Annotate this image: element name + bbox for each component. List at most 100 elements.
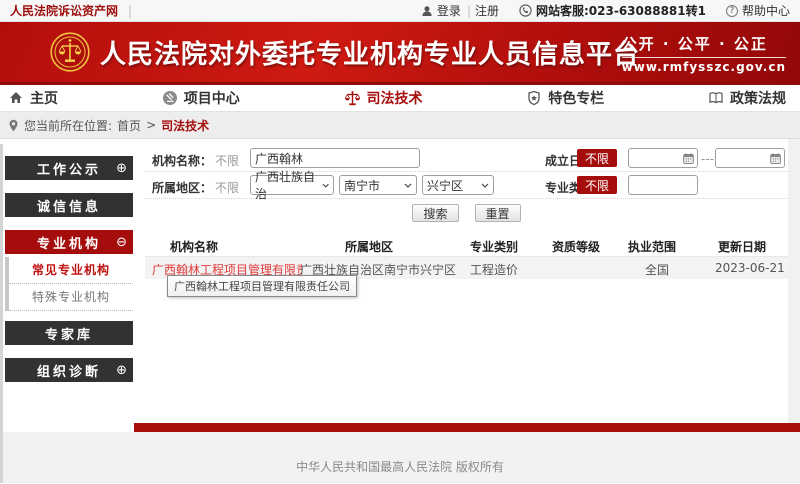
gavel-icon [162,90,178,106]
footer: 中华人民共和国最高人民法院 版权所有 [0,432,800,483]
nav-label: 项目中心 [184,88,240,108]
org-name-any-option: 不限 [215,152,239,169]
chevron-down-icon [322,183,329,188]
slogan: 公开 · 公平 · 公正 [622,33,786,54]
org-name-label: 机构名称： [152,152,212,169]
topbar-divider: | [128,4,132,18]
header-right: 公开 · 公平 · 公正 www.rmfysszc.gov.cn [622,33,786,74]
sidebar-item-org-diagnosis[interactable]: 组织诊断 ⊕ [5,358,133,382]
sidebar: 工作公示 ⊕ 诚信信息 专业机构 ⊖ 常见专业机构 特殊专业机构 专家库 组织诊… [5,156,133,395]
register-link[interactable]: 注册 [475,2,499,19]
home-icon [8,90,24,106]
col-header-update-date: 更新日期 [718,238,766,255]
nav-label: 政策法规 [730,88,786,108]
sidebar-subitem-special-orgs[interactable]: 特殊专业机构 [9,284,133,311]
login-link[interactable]: 登录 [437,2,461,19]
category-any-button[interactable]: 不限 [577,176,617,194]
page-title: 人民法院对外委托专业机构专业人员信息平台 [100,34,640,71]
org-name-input[interactable] [250,148,420,168]
help-group: ? 帮助中心 [726,2,790,19]
search-button[interactable]: 搜索 [412,204,458,222]
filter-actions: 搜索 重置 [145,199,788,227]
established-any-button[interactable]: 不限 [577,149,617,167]
help-icon: ? [726,5,738,17]
category-input[interactable] [628,175,698,195]
filter-row-1: 机构名称： 不限 成立日期： 不限 --- [145,145,788,172]
chevron-down-icon [481,183,489,188]
province-select-value: 广西壮族自治 [255,168,322,202]
sidebar-item-work-publicity[interactable]: 工作公示 ⊕ [5,156,133,180]
nav-label: 特色专栏 [548,88,604,108]
calendar-icon[interactable] [683,153,694,164]
phone-icon [519,4,532,17]
col-header-scope: 执业范围 [628,238,676,255]
col-header-region: 所属地区 [345,238,393,255]
sidebar-item-label: 专业机构 [37,233,101,252]
nav-featured-column[interactable]: 特色专栏 [526,88,604,108]
region-any-option: 不限 [215,179,239,196]
sidebar-item-label: 诚信信息 [37,196,101,215]
row-category: 工程造价 [470,261,518,278]
sidebar-item-expert-pool[interactable]: 专家库 [5,321,133,345]
sidebar-submenu: 常见专业机构 特殊专业机构 [5,257,133,311]
col-header-category: 专业类别 [470,238,518,255]
row-update-date: 2023-06-21 [715,261,785,275]
sidebar-subitem-common-orgs[interactable]: 常见专业机构 [9,257,133,284]
sidebar-item-label: 专家库 [45,324,93,343]
expand-icon: ⊕ [116,363,127,378]
shield-star-icon [526,90,542,106]
page: 人民法院诉讼资产网 | 登录 | 注册 网站客服:023-63088881转1 … [0,0,800,484]
nav-project-center[interactable]: 项目中心 [162,88,240,108]
help-link[interactable]: 帮助中心 [742,2,790,19]
expand-icon: ⊕ [116,161,127,176]
nav-label: 主页 [30,88,58,108]
district-select[interactable]: 兴宁区 [422,175,494,195]
primary-nav: 主页 项目中心 司法技术 特色专栏 政策法规 [0,82,800,112]
content-bottom-bar [134,423,800,432]
calendar-icon[interactable] [770,153,781,164]
login-register-divider: | [467,4,471,18]
province-select[interactable]: 广西壮族自治 [250,175,334,195]
left-scrollbar[interactable] [0,144,3,483]
book-icon [708,90,724,106]
city-select[interactable]: 南宁市 [339,175,417,195]
sidebar-item-professional-orgs[interactable]: 专业机构 ⊖ [5,230,133,254]
org-name-tooltip: 广西翰林工程项目管理有限责任公司 [167,275,357,297]
collapse-icon: ⊖ [116,235,127,250]
nav-home[interactable]: 主页 [8,88,58,108]
slogan-divider [622,57,786,58]
site-url: www.rmfysszc.gov.cn [622,60,786,74]
breadcrumb-prefix: 您当前所在位置: [24,117,112,134]
breadcrumb-home[interactable]: 首页 [117,117,141,134]
location-pin-icon [8,119,19,132]
nav-judicial-technology[interactable]: 司法技术 [344,88,423,108]
site-name-link[interactable]: 人民法院诉讼资产网 [10,2,118,19]
nav-policies-regulations[interactable]: 政策法规 [708,88,786,108]
district-select-value: 兴宁区 [427,177,463,194]
top-utility-bar: 人民法院诉讼资产网 | 登录 | 注册 网站客服:023-63088881转1 … [0,0,800,22]
service-group: 网站客服:023-63088881转1 [519,2,706,19]
breadcrumb: 您当前所在位置: 首页 > 司法技术 [0,112,800,139]
filter-row-2: 所属地区： 不限 广西壮族自治 南宁市 兴宁区 专业类别： 不限 [145,172,788,199]
col-header-grade: 资质等级 [552,238,600,255]
breadcrumb-separator: > [146,118,156,132]
topbar-right: 登录 | 注册 网站客服:023-63088881转1 ? 帮助中心 [407,2,790,19]
nav-label: 司法技术 [367,88,423,108]
scales-icon [344,90,361,107]
date-from-input[interactable] [628,148,698,168]
table-header-row: 机构名称 所属地区 专业类别 资质等级 执业范围 更新日期 [145,233,788,257]
service-hotline: 网站客服:023-63088881转1 [536,2,706,19]
breadcrumb-current[interactable]: 司法技术 [161,117,209,134]
region-label: 所属地区： [152,179,212,196]
date-to-input[interactable] [715,148,785,168]
reset-button[interactable]: 重置 [475,204,521,222]
main-area: 工作公示 ⊕ 诚信信息 专业机构 ⊖ 常见专业机构 特殊专业机构 专家库 组织诊… [0,139,800,432]
sidebar-item-integrity-info[interactable]: 诚信信息 [5,193,133,217]
sidebar-item-label: 组织诊断 [37,361,101,380]
content-panel: 机构名称： 不限 成立日期： 不限 --- 所属地区： 不限 广西壮族自治 [145,145,788,279]
user-icon [421,5,433,17]
copyright-text: 中华人民共和国最高人民法院 版权所有 [296,458,504,475]
login-group: 登录 | 注册 [421,2,499,19]
col-header-org-name: 机构名称 [170,238,218,255]
sidebar-item-label: 工作公示 [37,159,101,178]
